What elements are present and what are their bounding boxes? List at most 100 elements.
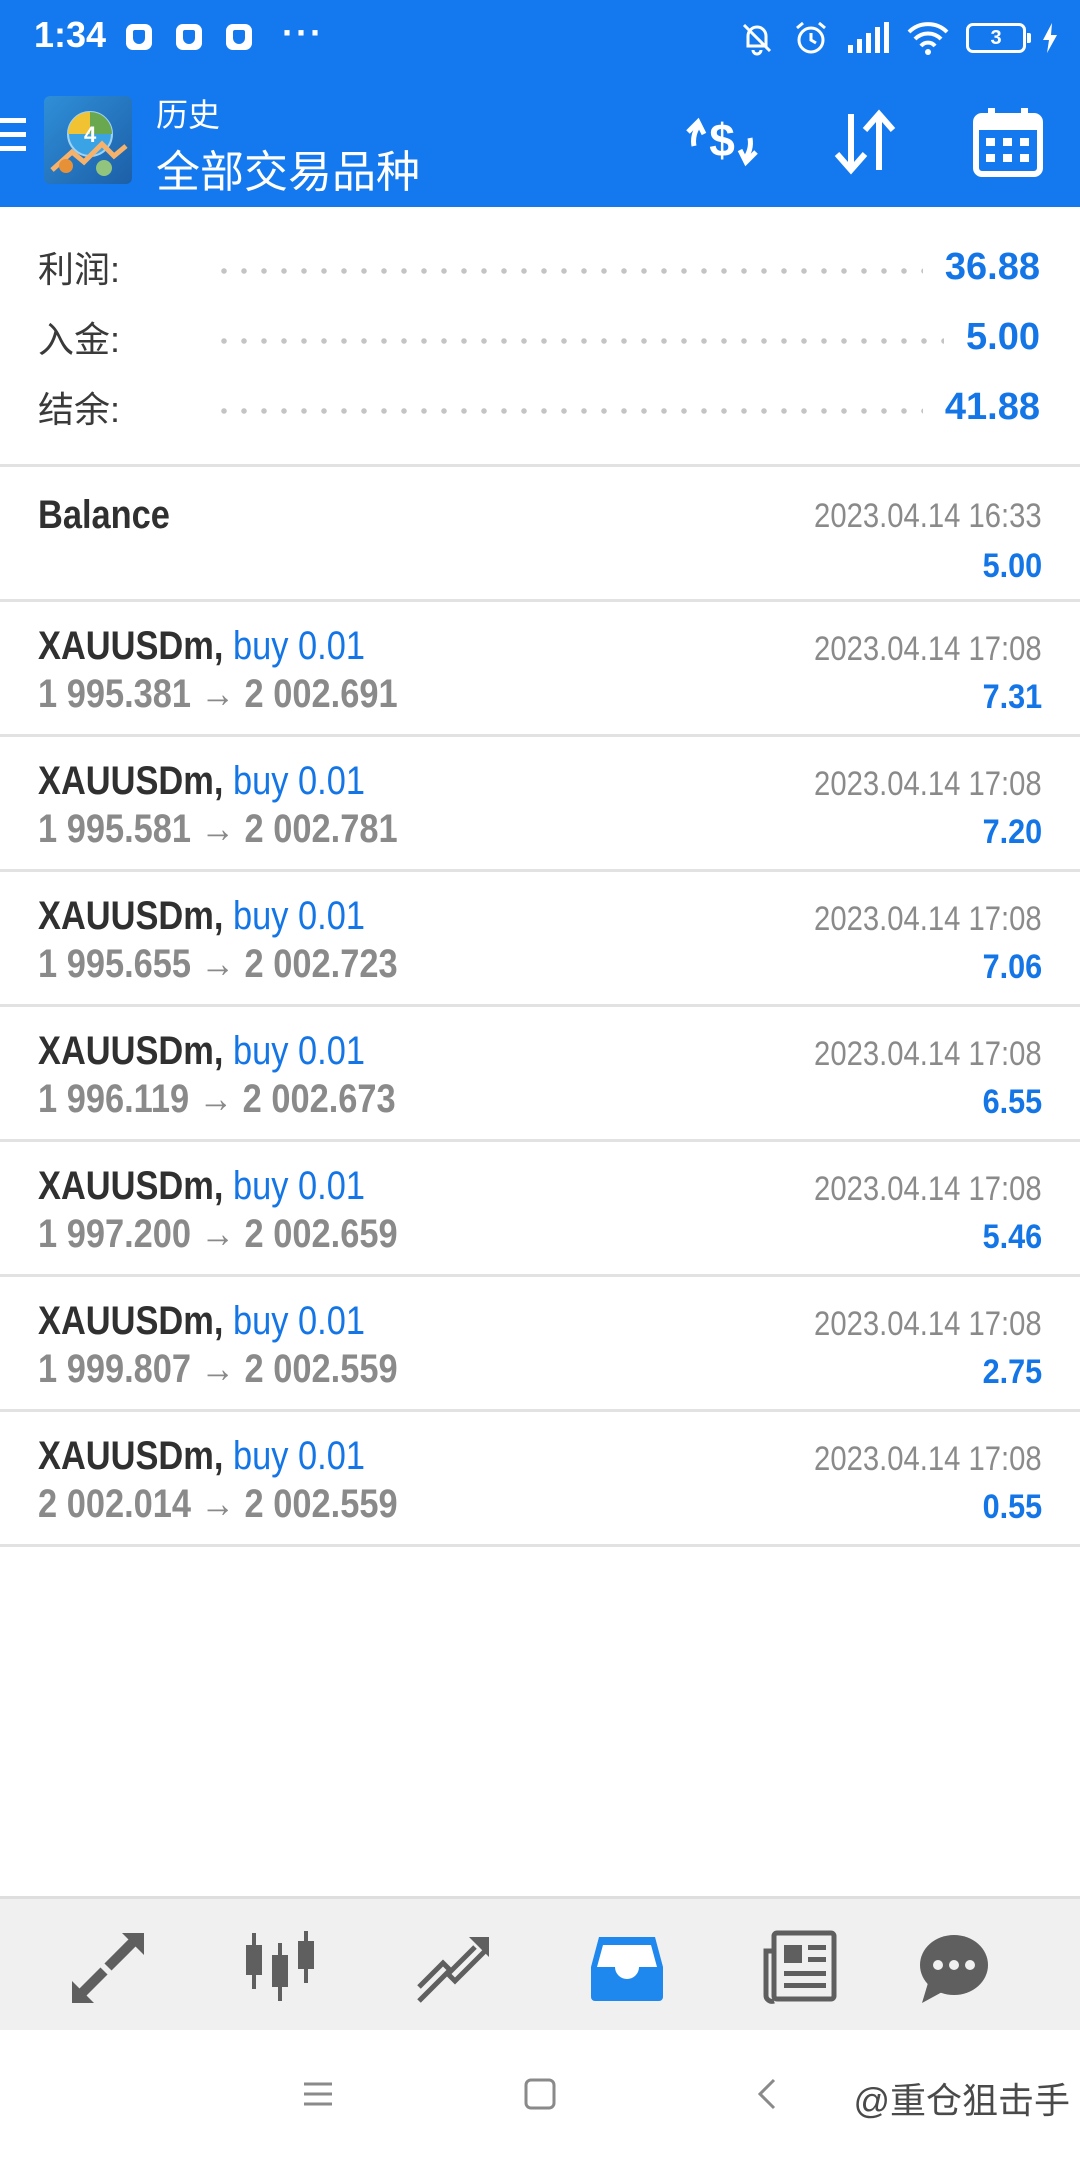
deal-time: 2023.04.14 17:08 xyxy=(814,1305,1042,1343)
deal-row[interactable]: XAUUSDm, buy 0.01 1 999.807 → 2 002.559 … xyxy=(0,1277,1080,1412)
page-title: 历史 xyxy=(156,97,221,133)
summary-row-balance: 结余: 41.88 xyxy=(38,377,1040,437)
symbol-name: XAUUSDm, xyxy=(38,1434,224,1478)
deal-profit: 7.06 xyxy=(982,948,1042,986)
deal-prices: 1 999.807 → 2 002.559 xyxy=(38,1347,398,1391)
history-summary: 利润: 36.88 入金: 5.00 结余: 41.88 xyxy=(0,207,1080,467)
leader-dots xyxy=(214,408,923,414)
symbol-name: XAUUSDm, xyxy=(38,759,224,803)
deal-row[interactable]: XAUUSDm, buy 0.01 1 995.655 → 2 002.723 … xyxy=(0,872,1080,1007)
chart-icon[interactable] xyxy=(240,1927,320,2007)
deal-side: buy 0.01 xyxy=(232,894,365,938)
deal-prices: 2 002.014 → 2 002.559 xyxy=(38,1482,398,1526)
deal-symbol: XAUUSDm, buy 0.01 xyxy=(38,1299,365,1344)
summary-value: 5.00 xyxy=(966,315,1040,358)
summary-label: 利润: xyxy=(38,249,121,290)
news-icon[interactable] xyxy=(760,1927,840,2007)
deal-symbol: XAUUSDm, buy 0.01 xyxy=(38,1164,365,1209)
deal-profit: 7.31 xyxy=(982,678,1042,716)
symbol-name: XAUUSDm, xyxy=(38,1029,224,1073)
deal-row[interactable]: XAUUSDm, buy 0.01 2 002.014 → 2 002.559 … xyxy=(0,1412,1080,1547)
status-bar: 1:34 ··· 3 xyxy=(0,0,1080,76)
deal-row[interactable]: XAUUSDm, buy 0.01 1 995.381 → 2 002.691 … xyxy=(0,602,1080,737)
deal-profit: 0.55 xyxy=(982,1488,1042,1526)
watermark: @重仓狙击手 xyxy=(853,2080,1070,2121)
summary-row-profit: 利润: 36.88 xyxy=(38,237,1040,297)
wifi-icon xyxy=(907,22,949,55)
summary-row-deposit: 入金: 5.00 xyxy=(38,307,1040,367)
history-icon[interactable] xyxy=(587,1927,667,2007)
deal-symbol: XAUUSDm, buy 0.01 xyxy=(38,759,365,804)
battery-icon: 3 xyxy=(966,23,1031,53)
calendar-icon[interactable] xyxy=(968,102,1048,182)
back-icon[interactable] xyxy=(748,2074,788,2114)
deal-profit: 7.20 xyxy=(982,813,1042,851)
symbol-name: XAUUSDm, xyxy=(38,1299,224,1343)
deal-side: buy 0.01 xyxy=(232,1029,365,1073)
deal-row[interactable]: XAUUSDm, buy 0.01 1 997.200 → 2 002.659 … xyxy=(0,1142,1080,1277)
balance-label: Balance xyxy=(38,493,170,537)
notification-shield-icon xyxy=(126,24,152,50)
deal-time: 2023.04.14 17:08 xyxy=(814,1035,1042,1073)
deal-symbol: XAUUSDm, buy 0.01 xyxy=(38,624,365,669)
chat-icon[interactable] xyxy=(914,1927,994,2007)
status-icons: 3 xyxy=(738,18,1058,58)
notification-shield-icon xyxy=(176,24,202,50)
bottom-navigation xyxy=(0,1896,1080,2030)
symbol-name: XAUUSDm, xyxy=(38,1164,224,1208)
deal-time: 2023.04.14 17:08 xyxy=(814,1440,1042,1478)
svg-text:4: 4 xyxy=(84,122,97,147)
more-notifications-icon: ··· xyxy=(282,12,324,53)
symbol-name: XAUUSDm, xyxy=(38,894,224,938)
system-navigation-bar: @重仓狙击手 xyxy=(0,2030,1080,2160)
summary-label: 结余: xyxy=(38,389,121,430)
summary-value: 41.88 xyxy=(944,385,1040,428)
deal-symbol: XAUUSDm, buy 0.01 xyxy=(38,1434,365,1479)
deal-time: 2023.04.14 17:08 xyxy=(814,630,1042,668)
deal-row[interactable]: XAUUSDm, buy 0.01 1 996.119 → 2 002.673 … xyxy=(0,1007,1080,1142)
deal-time: 2023.04.14 17:08 xyxy=(814,1170,1042,1208)
deal-profit: 6.55 xyxy=(982,1083,1042,1121)
signal-icon xyxy=(848,22,889,53)
deal-time: 2023.04.14 16:33 xyxy=(814,497,1042,535)
deal-amount: 5.00 xyxy=(982,547,1042,585)
deal-time: 2023.04.14 17:08 xyxy=(814,765,1042,803)
deal-prices: 1 995.581 → 2 002.781 xyxy=(38,807,398,851)
balance-row[interactable]: Balance 2023.04.14 16:33 5.00 xyxy=(0,467,1080,602)
deal-row[interactable]: XAUUSDm, buy 0.01 1 995.581 → 2 002.781 … xyxy=(0,737,1080,872)
deal-prices: 1 995.381 → 2 002.691 xyxy=(38,672,398,716)
recent-apps-icon[interactable] xyxy=(298,2074,338,2114)
symbol-name: XAUUSDm, xyxy=(38,624,224,668)
notification-cloud-icon xyxy=(226,24,252,50)
deal-time: 2023.04.14 17:08 xyxy=(814,900,1042,938)
deal-list: Balance 2023.04.14 16:33 5.00 XAUUSDm, b… xyxy=(0,467,1080,1547)
leader-dots xyxy=(214,268,923,274)
symbol-filter-selector[interactable]: 全部交易品种 xyxy=(156,136,420,200)
deal-profit: 5.46 xyxy=(982,1218,1042,1256)
menu-icon[interactable] xyxy=(0,118,28,158)
deal-side: buy 0.01 xyxy=(232,1164,365,1208)
summary-value: 36.88 xyxy=(944,245,1040,288)
sort-icon[interactable] xyxy=(825,102,905,182)
home-icon[interactable] xyxy=(520,2074,560,2114)
svg-text:$: $ xyxy=(709,114,735,166)
mute-bell-icon xyxy=(742,23,772,56)
deal-side: buy 0.01 xyxy=(232,1434,365,1478)
leader-dots xyxy=(214,338,945,344)
deal-prices: 1 995.655 → 2 002.723 xyxy=(38,942,398,986)
app-bar: 4 历史 全部交易品种 $ xyxy=(0,76,1080,207)
deal-symbol: XAUUSDm, buy 0.01 xyxy=(38,894,365,939)
deal-prices: 1 996.119 → 2 002.673 xyxy=(38,1077,396,1121)
trade-icon[interactable] xyxy=(413,1927,493,2007)
quotes-icon[interactable] xyxy=(68,1927,148,2007)
deposit-filter-icon[interactable]: $ xyxy=(682,102,762,182)
deal-symbol: XAUUSDm, buy 0.01 xyxy=(38,1029,365,1074)
deal-profit: 2.75 xyxy=(982,1353,1042,1391)
summary-label: 入金: xyxy=(38,319,121,360)
alarm-icon xyxy=(796,21,826,54)
deal-side: buy 0.01 xyxy=(232,1299,365,1343)
metatrader-logo-icon: 4 xyxy=(44,96,132,184)
deal-side: buy 0.01 xyxy=(232,759,365,803)
deal-side: buy 0.01 xyxy=(232,624,365,668)
deal-prices: 1 997.200 → 2 002.659 xyxy=(38,1212,398,1256)
